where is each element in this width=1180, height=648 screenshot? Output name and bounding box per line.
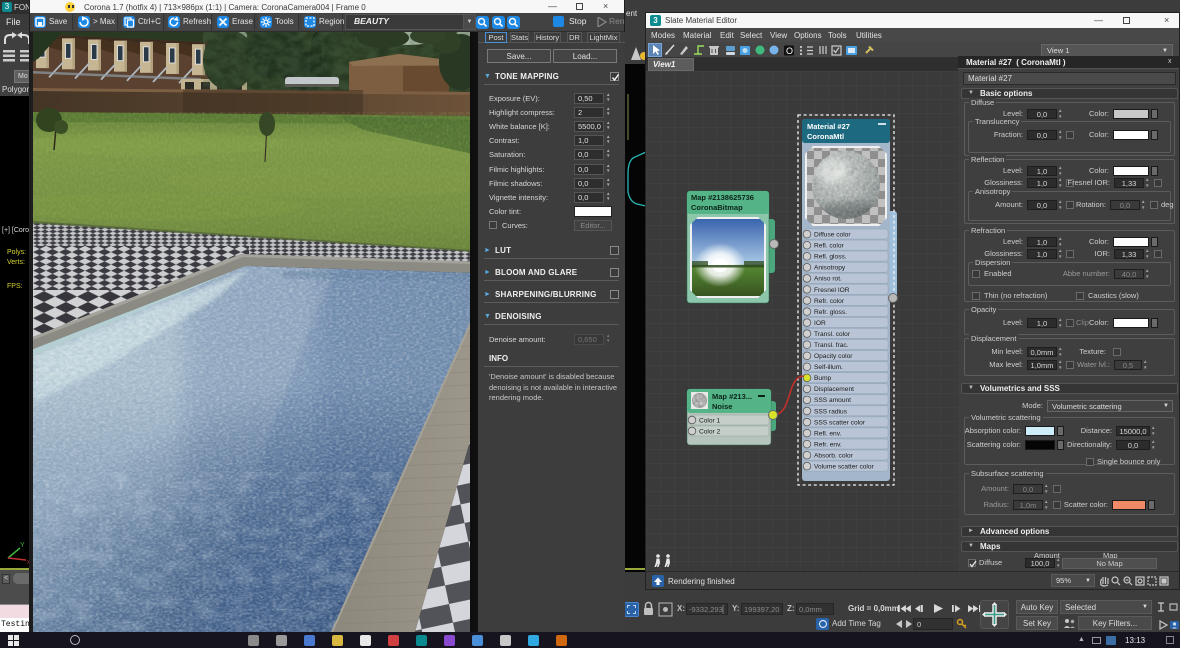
svg-text:Material #27: Material #27 xyxy=(807,122,850,131)
svg-text:CoronaBitmap: CoronaBitmap xyxy=(691,203,743,212)
svg-text:Refl. gloss.: Refl. gloss. xyxy=(814,254,847,261)
svg-text:SSS radius: SSS radius xyxy=(814,408,848,415)
svg-text:Refr. gloss.: Refr. gloss. xyxy=(814,309,847,316)
svg-text:Map #213...: Map #213... xyxy=(712,392,752,401)
svg-text:Map #2138625736: Map #2138625736 xyxy=(691,193,754,202)
svg-text:Absorb. color: Absorb. color xyxy=(814,453,854,460)
svg-text:Aniso rot.: Aniso rot. xyxy=(814,276,842,283)
svg-text:O: O xyxy=(786,46,793,56)
svg-text:Color 1: Color 1 xyxy=(699,418,721,425)
svg-text:Noise: Noise xyxy=(712,402,732,411)
svg-text:Bump: Bump xyxy=(814,375,832,382)
svg-text:Y: Y xyxy=(20,542,25,549)
svg-text:Diffuse color: Diffuse color xyxy=(814,232,851,239)
svg-text:Color 2: Color 2 xyxy=(699,429,721,436)
svg-text:SSS amount: SSS amount xyxy=(814,397,851,404)
svg-text:CoronaMtl: CoronaMtl xyxy=(807,132,844,141)
svg-text:SSS scatter color: SSS scatter color xyxy=(814,419,866,426)
svg-text:Displacement: Displacement xyxy=(814,386,854,393)
svg-text:IOR: IOR xyxy=(814,320,826,327)
svg-text:Refl. env.: Refl. env. xyxy=(814,430,842,437)
svg-text:Anisotropy: Anisotropy xyxy=(814,265,846,272)
svg-text:Fresnel IOR: Fresnel IOR xyxy=(814,287,850,294)
svg-text:Refl. color: Refl. color xyxy=(814,243,844,250)
svg-text:Volume scatter color: Volume scatter color xyxy=(814,464,875,471)
svg-text:Refr. color: Refr. color xyxy=(814,298,845,305)
svg-text:Refr. env.: Refr. env. xyxy=(814,442,842,449)
svg-text:Opacity color: Opacity color xyxy=(814,353,853,360)
svg-text:Transl. color: Transl. color xyxy=(814,331,851,338)
svg-text:Self-illum.: Self-illum. xyxy=(814,364,843,371)
svg-text:Transl. frac.: Transl. frac. xyxy=(814,342,849,349)
